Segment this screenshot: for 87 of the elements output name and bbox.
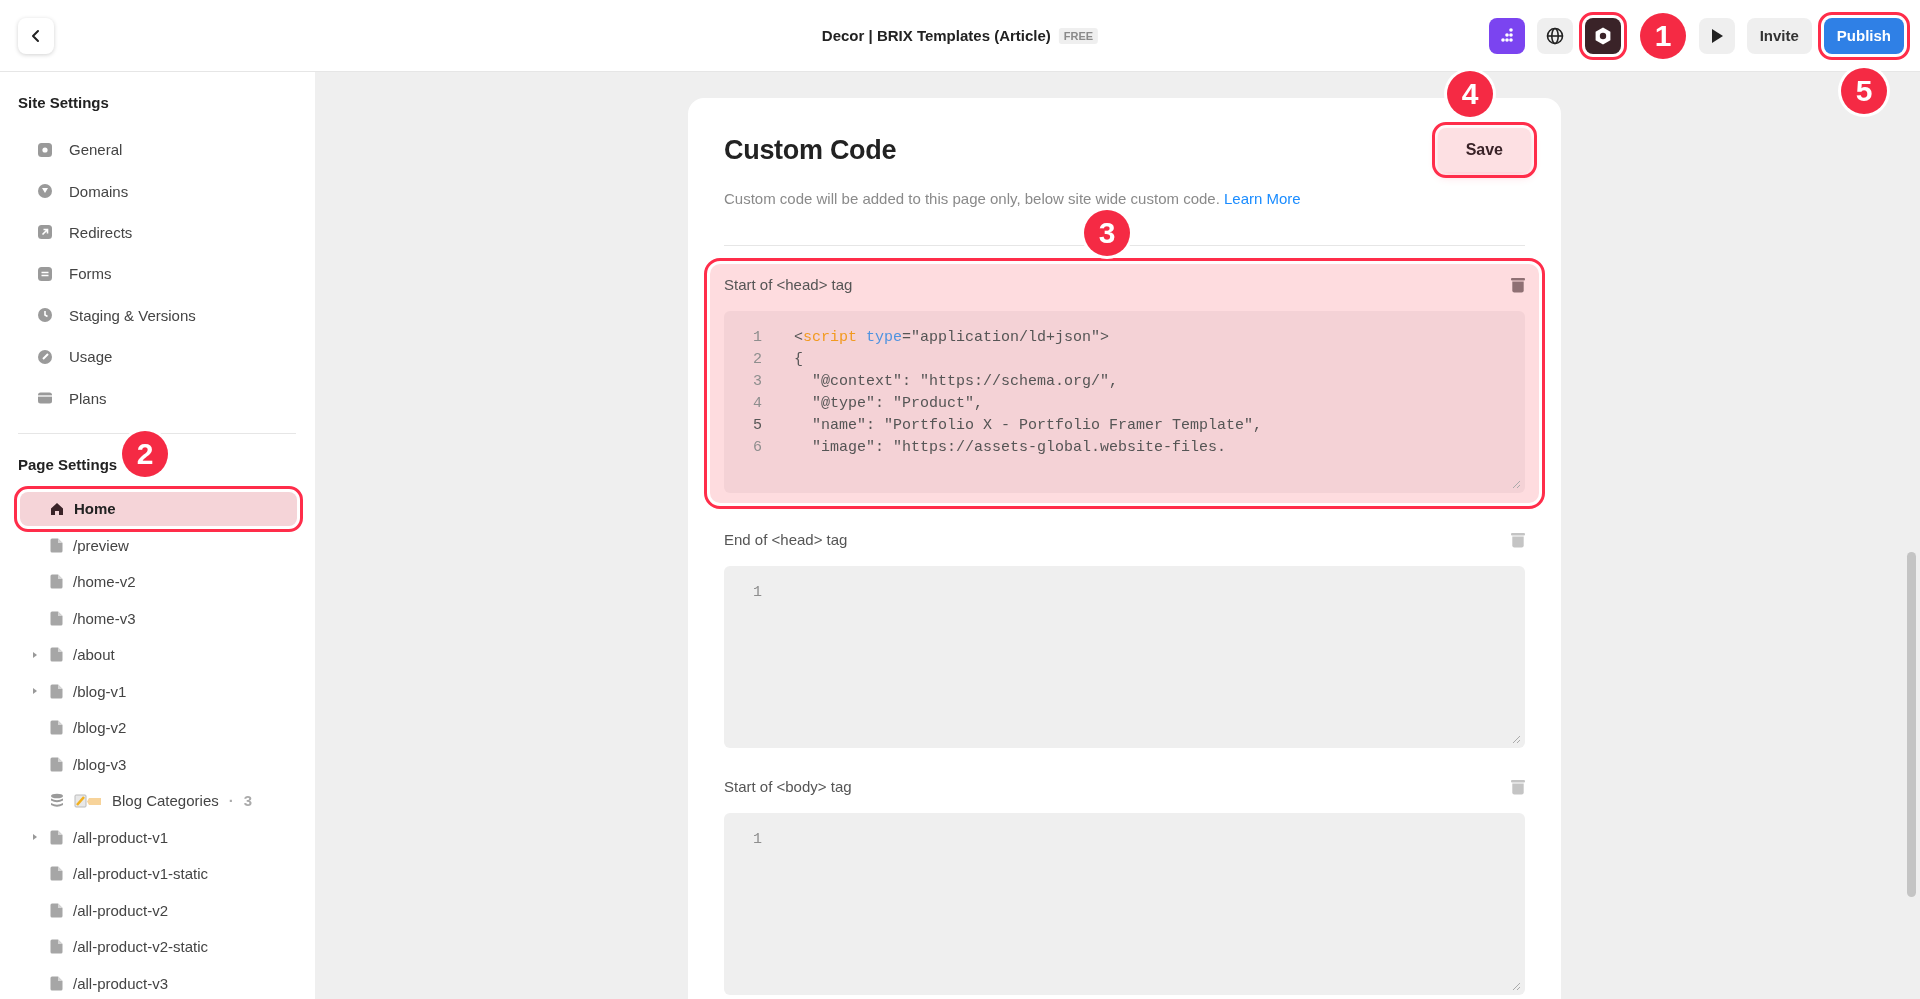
separator-dot: ·	[228, 792, 234, 810]
code-line: "name": "Portfolio X - Portfolio Framer Template",	[811, 416, 1263, 436]
settings-nav-item[interactable]: Plans	[18, 377, 297, 419]
trash-icon[interactable]	[1511, 531, 1525, 548]
section-heading: Site Settings	[18, 94, 110, 111]
page-icon	[50, 611, 63, 626]
page-item[interactable]: /blog-v1	[46, 674, 297, 709]
globe-button[interactable]	[1536, 17, 1573, 54]
trash-icon[interactable]	[1511, 778, 1525, 795]
page-item[interactable]: /all-product-v1-static	[46, 857, 297, 891]
line-number: 2	[752, 350, 762, 370]
settings-nav-item[interactable]: General	[18, 129, 297, 171]
resize-handle-icon[interactable]	[1512, 735, 1521, 744]
page-icon	[50, 866, 63, 882]
clock-icon	[37, 307, 53, 324]
card-title: Custom Code	[724, 134, 897, 166]
expand-caret-icon[interactable]	[32, 651, 38, 659]
code-block-label: End of <head> tag	[724, 531, 848, 548]
page-item[interactable]: /blog-v3	[46, 747, 297, 782]
plan-badge: FREE	[1058, 27, 1099, 44]
page-item[interactable]: /about	[46, 638, 297, 672]
page-icon	[50, 976, 63, 991]
resize-handle-icon[interactable]	[1512, 982, 1521, 991]
invite-button[interactable]: Invite	[1746, 17, 1812, 54]
trash-icon[interactable]	[1511, 276, 1525, 293]
line-number: 1	[752, 583, 762, 603]
page-item[interactable]: /all-product-v2-static	[46, 930, 297, 964]
page-icon	[50, 903, 63, 918]
back-button[interactable]	[18, 17, 54, 54]
play-icon	[1709, 27, 1724, 44]
code-editor[interactable]	[724, 311, 1525, 493]
notepad-and-tag-icon	[74, 794, 102, 808]
gauge-icon	[37, 348, 53, 365]
line-number: 1	[752, 328, 762, 348]
code-line: "image": "https://assets-global.website-files.	[811, 438, 1227, 458]
line-number: 6	[752, 438, 762, 458]
page-icon	[50, 757, 63, 772]
page-icon	[50, 830, 63, 845]
page-icon	[50, 574, 63, 590]
page-item[interactable]: /home-v3	[46, 601, 297, 636]
description-text: Custom code will be added to this page only, below site wide custom code. Learn More	[724, 190, 1302, 207]
apps-button[interactable]	[1488, 17, 1525, 54]
page-item[interactable]: /blog-v2	[46, 711, 297, 745]
code-line: "@context": "https://schema.org/",	[811, 372, 1119, 392]
step-number-marker: 1	[1640, 13, 1686, 59]
line-number: 3	[752, 372, 762, 392]
page-item[interactable]: /all-product-v2	[46, 893, 297, 928]
page-item[interactable]: Blog Categories · 3	[46, 784, 297, 818]
step-number-marker: 5	[1841, 68, 1887, 114]
line-number: 5	[752, 416, 762, 436]
expand-caret-icon[interactable]	[32, 687, 38, 696]
preview-button[interactable]	[1698, 17, 1735, 54]
scrollbar[interactable]	[1907, 552, 1916, 897]
step-number-marker: 4	[1447, 71, 1493, 117]
home-icon	[50, 502, 64, 516]
page-item[interactable]: /home-v2	[46, 565, 297, 599]
code-block-label: Start of <head> tag	[724, 276, 853, 293]
database-icon	[50, 793, 64, 809]
code-block-label: Start of <body> tag	[724, 778, 852, 795]
page-item[interactable]: /preview	[46, 528, 297, 563]
code-line: <script type="application/ld+json">	[794, 328, 1110, 348]
form-icon	[37, 265, 53, 282]
page-icon	[50, 720, 63, 736]
code-line: "@type": "Product",	[811, 394, 984, 414]
settings-nav-item[interactable]: Staging & Versions	[18, 294, 297, 336]
page-icon	[50, 939, 63, 955]
settings-nav-item[interactable]: Domains	[18, 170, 297, 212]
resize-handle-icon[interactable]	[1512, 480, 1521, 489]
page-item[interactable]: /all-product-v1	[46, 820, 297, 855]
settings-nav-item[interactable]: Usage	[18, 335, 297, 378]
item-count: 3	[243, 792, 253, 810]
page-icon	[50, 538, 63, 553]
step-number-marker: 2	[122, 431, 168, 477]
page-icon	[50, 647, 63, 663]
expand-caret-icon[interactable]	[32, 833, 38, 842]
settings-nav-item[interactable]: Redirects	[18, 211, 297, 254]
step-number-marker: 3	[1084, 210, 1130, 256]
settings-nav-item[interactable]: Forms	[18, 253, 297, 295]
project-title: Decor | BRIX Templates (Article)	[821, 27, 1051, 44]
line-number: 4	[752, 394, 762, 414]
line-number: 1	[752, 830, 762, 850]
gear-icon	[37, 141, 53, 158]
section-heading: Page Settings	[18, 455, 119, 473]
card-icon	[37, 390, 53, 407]
page-icon	[50, 684, 63, 699]
page-item[interactable]: /all-product-v3	[46, 966, 297, 999]
code-line: {	[794, 350, 803, 370]
